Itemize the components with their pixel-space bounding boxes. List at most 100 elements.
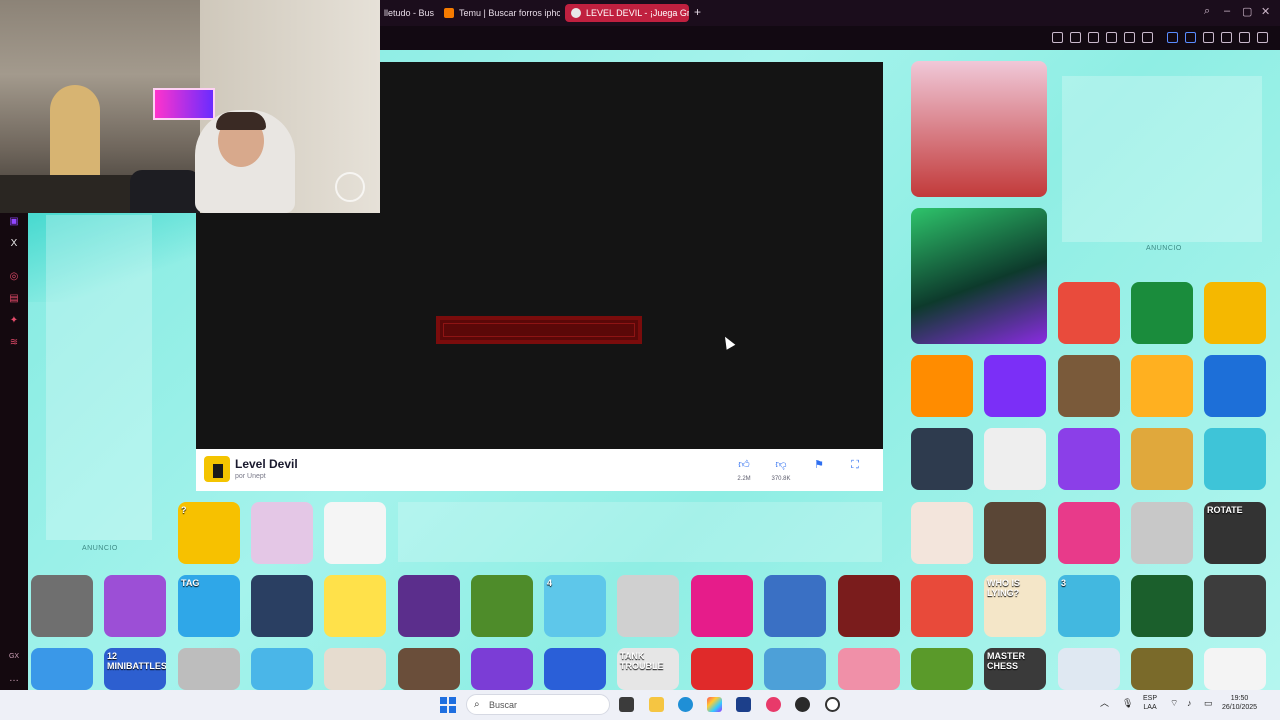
game-thumb[interactable]: MASTER CHESS [984,648,1046,690]
game-thumb[interactable] [838,648,900,690]
game-thumb[interactable] [1131,575,1193,637]
tab-level-devil[interactable]: LEVEL DEVIL - ¡Juega Gr [565,4,689,22]
game-thumb[interactable] [911,428,973,490]
game-thumb[interactable] [984,428,1046,490]
game-thumb[interactable] [764,575,826,637]
search-tabs-icon[interactable]: ⌕ [1204,5,1210,18]
taskbar-search[interactable]: ⌕ Buscar [466,694,610,715]
clock[interactable]: 19:50 26/10/2025 [1222,694,1257,712]
extensions-icon[interactable] [1203,32,1214,43]
chatgpt-icon[interactable] [825,697,840,712]
game-thumb[interactable] [1204,648,1266,690]
game-thumb[interactable] [1058,355,1120,417]
language-indicator[interactable]: ESP LAA [1143,694,1157,712]
flows-icon[interactable]: ≋ [8,337,20,349]
game-thumb[interactable] [1058,428,1120,490]
task-view-icon[interactable] [619,697,634,712]
game-thumb[interactable] [324,648,386,690]
game-thumb[interactable]: 12 MINIBATTLES [104,648,166,690]
game-thumb[interactable] [324,502,386,564]
ad-left[interactable] [46,215,152,540]
game-thumb[interactable] [251,575,313,637]
game-thumb[interactable]: ? [178,502,240,564]
game-thumb[interactable] [471,648,533,690]
maximize-icon[interactable]: ▢ [1242,5,1252,18]
game-thumb[interactable] [911,648,973,690]
minimize-icon[interactable]: – [1224,5,1230,17]
game-author[interactable]: por Unept [235,473,266,480]
tab-1[interactable]: lletudo - Bus [378,4,434,22]
game-thumb[interactable] [984,355,1046,417]
game-thumb[interactable] [1204,355,1266,417]
sidebar-icon[interactable] [1052,32,1063,43]
microphone-icon[interactable]: 🎙︎ [1122,699,1133,708]
twitch-icon[interactable]: ▣ [8,216,20,228]
tray-chevron-icon[interactable]: ︿ [1100,699,1109,708]
history-icon[interactable]: ◎ [8,271,20,283]
ad-right[interactable] [1062,76,1262,242]
game-thumb[interactable] [251,648,313,690]
game-thumb[interactable]: TANK TROUBLE [617,648,679,690]
heart-icon[interactable] [1142,32,1153,43]
game-thumb[interactable] [911,575,973,637]
game-thumb[interactable] [1058,648,1120,690]
game-thumb[interactable] [471,575,533,637]
shield-icon[interactable] [1106,32,1117,43]
download-icon[interactable] [1239,32,1250,43]
wallet-icon[interactable] [1221,32,1232,43]
game-thumb[interactable] [104,575,166,637]
game-thumb[interactable] [911,502,973,564]
new-tab-button[interactable]: + [694,5,701,19]
gx-icon[interactable]: GX [8,651,20,663]
play-icon[interactable] [1124,32,1135,43]
game-thumb[interactable] [838,575,900,637]
game-thumb[interactable] [1058,282,1120,344]
game-thumb[interactable] [1131,282,1193,344]
game-thumb[interactable] [178,648,240,690]
library-icon[interactable]: ▤ [8,293,20,305]
game-thumb[interactable] [1131,648,1193,690]
game-thumb[interactable] [691,575,753,637]
game-thumb[interactable] [911,355,973,417]
gamepad-icon[interactable] [1185,32,1196,43]
game-thumb[interactable] [764,648,826,690]
crop-icon[interactable] [1088,32,1099,43]
game-thumb[interactable]: 3 [1058,575,1120,637]
fullscreen-icon[interactable]: ⛶ [848,458,862,472]
menu-icon[interactable] [1257,32,1268,43]
thumbs-up-icon[interactable]: 👍︎ [737,458,751,472]
x-icon[interactable]: X [8,238,20,250]
ad-banner[interactable] [398,502,882,562]
obs-icon[interactable] [795,697,810,712]
flag-icon[interactable]: ⚑ [812,458,826,472]
store-icon[interactable] [736,697,751,712]
windows-start-icon[interactable] [440,697,456,713]
game-thumb[interactable] [1131,428,1193,490]
game-thumb[interactable] [1204,428,1266,490]
network-icon[interactable]: ⌔ [1170,699,1178,708]
more-icon[interactable]: … [8,673,20,685]
game-thumb[interactable]: TAG [178,575,240,637]
game-thumb[interactable]: ROTATE [1204,502,1266,564]
thumbs-down-icon[interactable]: 👎︎ [774,458,788,472]
game-thumb[interactable] [1131,355,1193,417]
game-thumb-king[interactable] [911,61,1047,197]
game-thumb[interactable] [617,575,679,637]
edge-icon[interactable] [678,697,693,712]
copilot-icon[interactable] [707,697,722,712]
game-thumb[interactable] [1204,575,1266,637]
game-thumb-tunnel[interactable] [911,208,1047,344]
game-thumb[interactable] [1204,282,1266,344]
game-thumb[interactable]: 4 [544,575,606,637]
game-thumb[interactable]: WHO IS LYING? [984,575,1046,637]
close-icon[interactable]: ✕ [1261,5,1270,18]
tab-temu[interactable]: Temu | Buscar forros iphc [438,4,560,22]
game-thumb[interactable] [31,648,93,690]
volume-icon[interactable]: ♪ [1187,699,1192,708]
game-thumb[interactable] [1058,502,1120,564]
game-thumb[interactable] [691,648,753,690]
tools-icon[interactable]: ✦ [8,315,20,327]
battery-icon[interactable]: ▭ [1204,699,1213,708]
opera-gx-icon[interactable] [766,697,781,712]
game-thumb[interactable] [31,575,93,637]
